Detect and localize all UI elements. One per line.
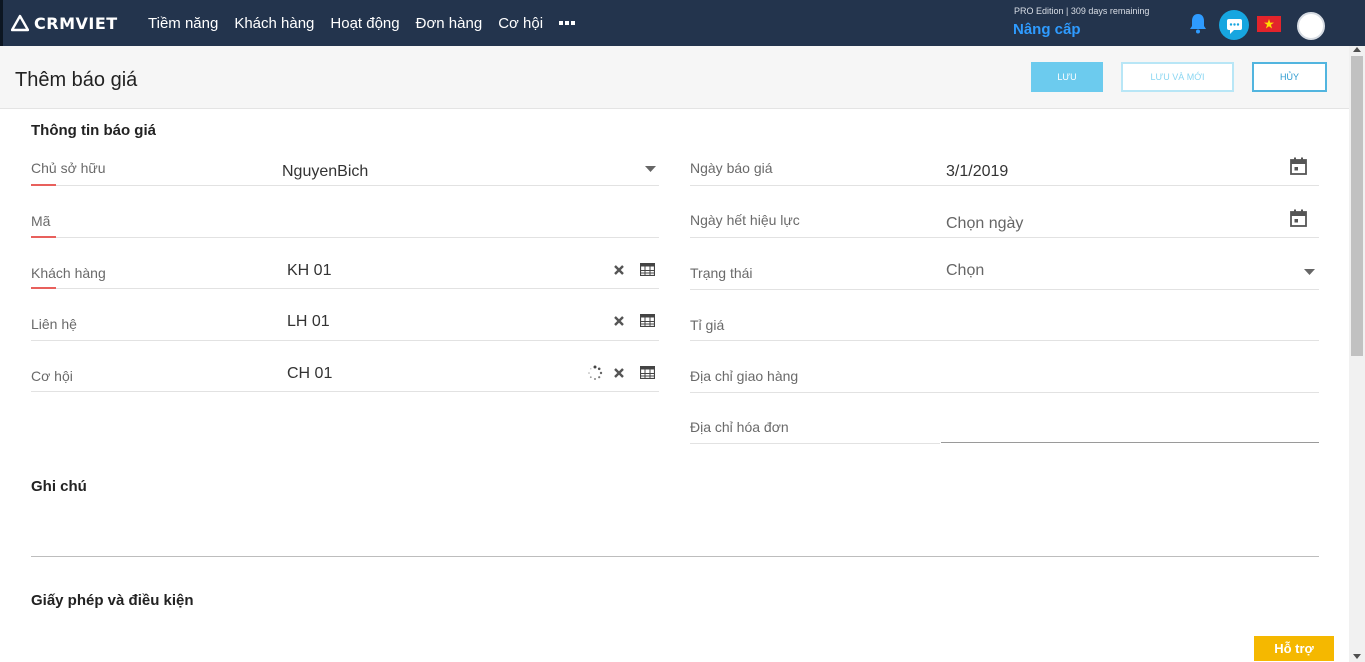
- field-underline: [31, 391, 659, 392]
- app-logo[interactable]: CRMVIET: [11, 12, 118, 34]
- field-label: Liên hệ: [31, 316, 77, 332]
- scrollbar-thumb[interactable]: [1351, 56, 1363, 356]
- quote-date-value[interactable]: 3/1/2019: [946, 163, 1008, 181]
- edition-text: PRO Edition | 309 days remaining: [1014, 6, 1150, 16]
- section-title-notes: Ghi chú: [31, 478, 87, 495]
- field-label: Địa chỉ giao hàng: [690, 368, 799, 384]
- chevron-down-icon[interactable]: [645, 166, 656, 172]
- bell-icon[interactable]: [1188, 12, 1208, 34]
- nav-item-activities[interactable]: Hoạt động: [330, 15, 399, 32]
- field-shipping-address[interactable]: Địa chỉ giao hàng: [690, 341, 1319, 393]
- chat-icon[interactable]: [1219, 10, 1249, 40]
- field-label: Ngày báo giá: [690, 160, 773, 176]
- field-label: Khách hàng: [31, 265, 106, 281]
- field-quote-date[interactable]: Ngày báo giá 3/1/2019: [690, 143, 1319, 186]
- calendar-icon[interactable]: [1290, 157, 1307, 175]
- contact-value[interactable]: LH 01: [287, 313, 330, 331]
- vertical-scrollbar[interactable]: [1349, 46, 1365, 662]
- nav-item-leads[interactable]: Tiềm năng: [148, 15, 218, 32]
- field-opportunity[interactable]: Cơ hội CH 01: [31, 341, 659, 392]
- save-button[interactable]: LƯU: [1031, 62, 1103, 92]
- cancel-button[interactable]: HỦY: [1252, 62, 1327, 92]
- logo-text: CRMVIET: [34, 13, 118, 33]
- clear-x-icon[interactable]: [614, 316, 624, 326]
- field-underline: [690, 443, 940, 444]
- logo-icon: [11, 14, 29, 32]
- active-input-underline: [941, 442, 1319, 443]
- field-contact[interactable]: Liên hệ LH 01: [31, 289, 659, 341]
- nav-item-orders[interactable]: Đơn hàng: [416, 15, 483, 32]
- field-code[interactable]: Mã: [31, 186, 659, 238]
- more-dots-icon[interactable]: [559, 13, 577, 33]
- section-title-terms: Giấy phép và điều kiện: [31, 592, 194, 609]
- field-expiry-date[interactable]: Ngày hết hiệu lực Chọn ngày: [690, 186, 1319, 238]
- field-customer[interactable]: Khách hàng KH 01: [31, 238, 659, 289]
- field-billing-address[interactable]: Địa chỉ hóa đơn: [690, 393, 1319, 444]
- field-label: Tỉ giá: [690, 317, 725, 333]
- vietnam-flag-icon[interactable]: [1257, 16, 1281, 32]
- field-label: Cơ hội: [31, 368, 73, 384]
- page-header: Thêm báo giá LƯU LƯU VÀ MỚI HỦY: [0, 46, 1349, 109]
- field-owner[interactable]: Chủ sở hữu NguyenBich: [31, 143, 659, 186]
- nav-edge: [0, 0, 3, 46]
- save-and-new-button[interactable]: LƯU VÀ MỚI: [1121, 62, 1234, 92]
- nav-item-customers[interactable]: Khách hàng: [234, 15, 314, 32]
- calendar-icon[interactable]: [1290, 209, 1307, 227]
- section-title-info: Thông tin báo giá: [31, 122, 156, 139]
- clear-x-icon[interactable]: [614, 265, 624, 275]
- expiry-date-value[interactable]: Chọn ngày: [946, 215, 1023, 233]
- opportunity-value[interactable]: CH 01: [287, 365, 332, 383]
- quote-form: Thông tin báo giá Chủ sở hữu NguyenBich …: [0, 109, 1349, 662]
- field-label: Địa chỉ hóa đơn: [690, 419, 789, 435]
- nav-item-opportunities[interactable]: Cơ hội: [498, 15, 543, 32]
- owner-value[interactable]: NguyenBich: [282, 163, 368, 181]
- field-label: Mã: [31, 213, 51, 229]
- status-select[interactable]: Chọn: [946, 262, 984, 280]
- support-button[interactable]: Hỗ trợ: [1254, 636, 1334, 661]
- table-grid-icon[interactable]: [640, 314, 655, 327]
- clear-x-icon[interactable]: [614, 368, 624, 378]
- field-exchange-rate[interactable]: Tỉ giá: [690, 290, 1319, 341]
- top-navbar: CRMVIET Tiềm năng Khách hàng Hoạt động Đ…: [0, 0, 1365, 46]
- page-title: Thêm báo giá: [15, 69, 138, 91]
- table-grid-icon[interactable]: [640, 263, 655, 276]
- customer-value[interactable]: KH 01: [287, 262, 331, 280]
- upgrade-link[interactable]: Nâng cấp: [1013, 21, 1081, 38]
- loading-spinner-icon: [588, 365, 603, 380]
- main-nav: Tiềm năng Khách hàng Hoạt động Đơn hàng …: [148, 0, 577, 46]
- scroll-up-icon[interactable]: [1353, 47, 1361, 52]
- table-grid-icon[interactable]: [640, 366, 655, 379]
- chevron-down-icon[interactable]: [1304, 269, 1315, 275]
- avatar[interactable]: [1297, 12, 1325, 40]
- field-label: Chủ sở hữu: [31, 160, 106, 176]
- scroll-down-icon[interactable]: [1353, 654, 1361, 659]
- field-status[interactable]: Trạng thái Chọn: [690, 238, 1319, 290]
- field-label: Trạng thái: [690, 265, 753, 281]
- field-label: Ngày hết hiệu lực: [690, 212, 800, 228]
- notes-textarea-underline[interactable]: [31, 556, 1319, 557]
